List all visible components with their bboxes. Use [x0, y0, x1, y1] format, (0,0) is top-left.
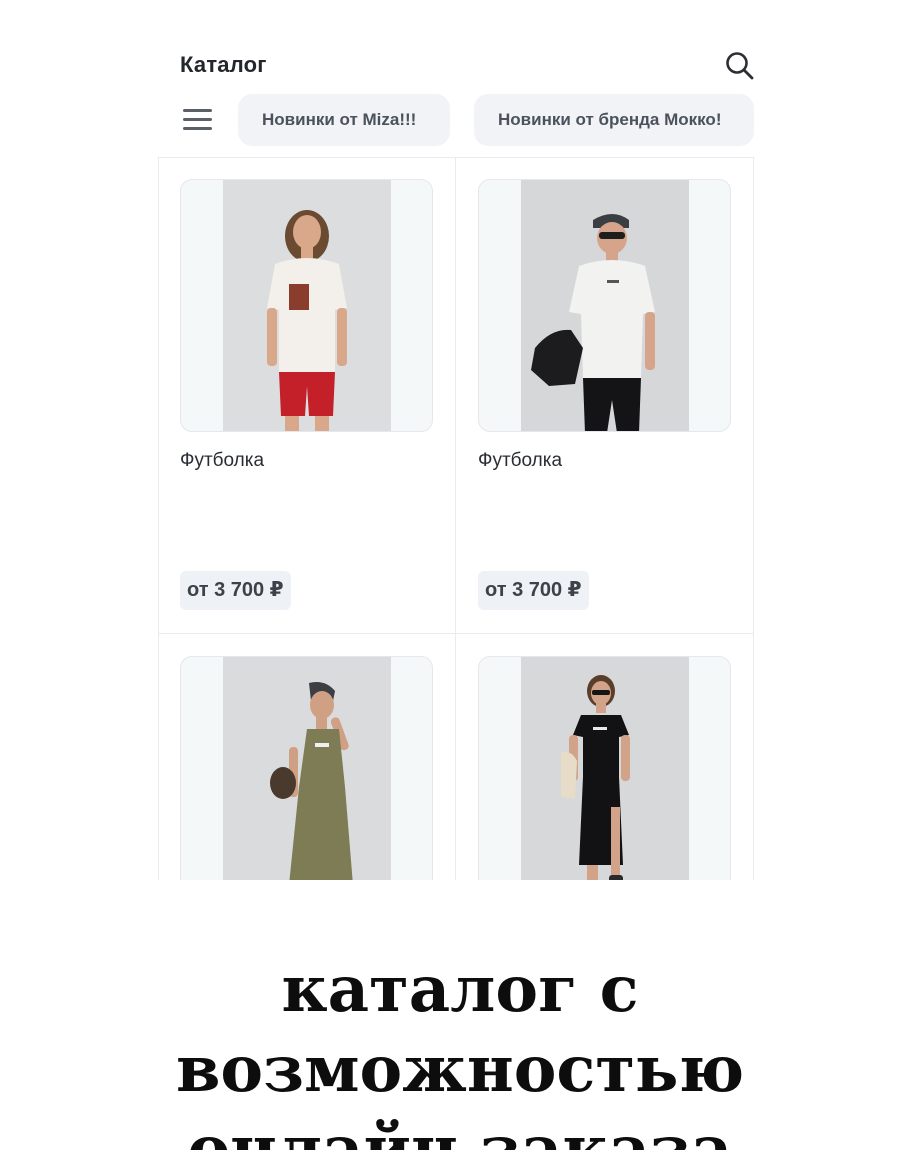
product-card[interactable]: Футболка от 3 700 ₽: [158, 157, 455, 633]
model-tshirt-red-shorts-image: [223, 180, 391, 431]
tab-miza-new[interactable]: Новинки от Miza!!!: [238, 94, 450, 146]
tab-mokko-new[interactable]: Новинки от бренда Мокко!: [474, 94, 754, 146]
search-icon: [726, 52, 754, 80]
product-photo[interactable]: [478, 179, 731, 432]
catalog-screen: Каталог Новинки от Miza!!! Новинки от бр…: [158, 30, 754, 880]
price-badge: от 3 700 ₽: [180, 571, 291, 610]
grid-divider-right: [753, 157, 754, 880]
hamburger-menu-icon[interactable]: [180, 106, 214, 134]
model-olive-dress-image: [223, 657, 391, 880]
model-tshirt-black-pants-image: [521, 180, 689, 431]
promo-caption: каталог с возможностью онлайн заказа: [0, 950, 920, 1150]
product-grid: Футболка от 3 700 ₽ Футболка от 3 700 ₽: [158, 157, 754, 880]
caption-line-2: онлайн заказа: [187, 1112, 733, 1150]
product-photo[interactable]: [478, 656, 731, 880]
product-name: Футболка: [180, 450, 265, 471]
product-card[interactable]: [456, 634, 753, 880]
caption-line-1: каталог с возможностью: [175, 952, 745, 1107]
product-card[interactable]: [158, 634, 455, 880]
product-photo[interactable]: [180, 179, 433, 432]
product-photo[interactable]: [180, 656, 433, 880]
collection-tabs: Новинки от Miza!!! Новинки от бренда Мок…: [158, 94, 754, 146]
catalog-header: Каталог: [180, 50, 754, 80]
product-card[interactable]: Футболка от 3 700 ₽: [456, 157, 753, 633]
product-name: Футболка: [478, 450, 563, 471]
model-black-dress-image: [521, 657, 689, 880]
page-title: Каталог: [180, 52, 267, 77]
price-badge: от 3 700 ₽: [478, 571, 589, 610]
search-button[interactable]: [724, 50, 754, 82]
